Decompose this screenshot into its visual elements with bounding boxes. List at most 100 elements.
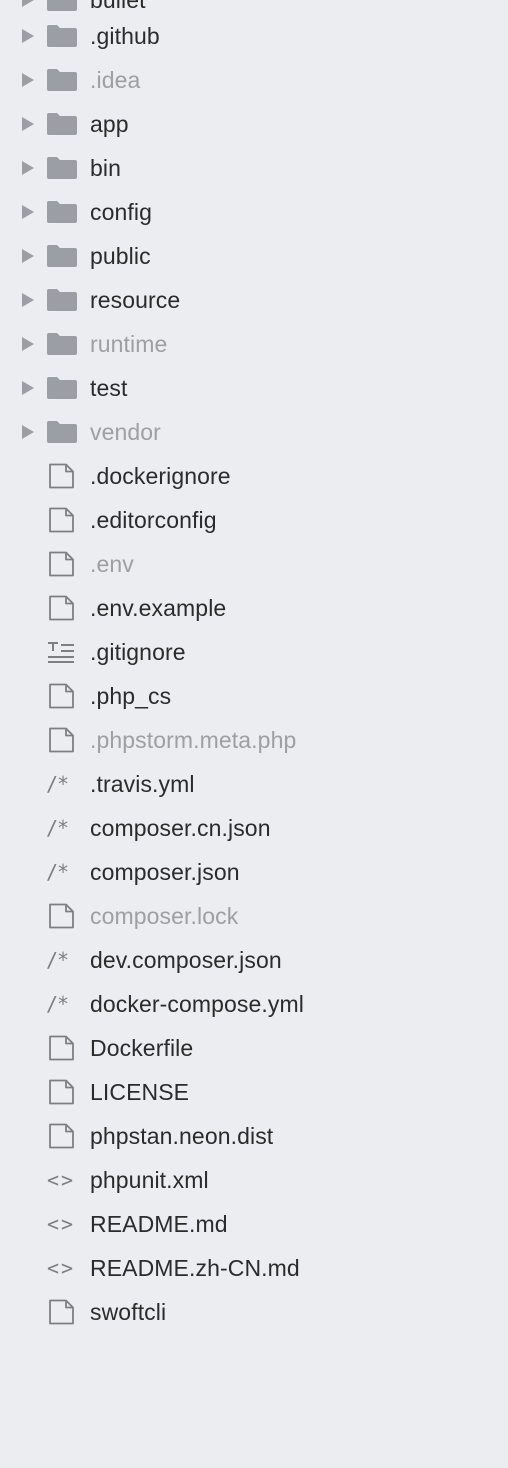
tree-row-label: composer.json <box>90 859 240 885</box>
tree-row-label: .editorconfig <box>90 507 217 533</box>
tree-row-label: .gitignore <box>90 639 186 665</box>
document-icon <box>46 1123 78 1149</box>
tree-row[interactable]: app <box>0 102 508 146</box>
comment-icon: /* <box>46 772 69 796</box>
tree-row[interactable]: .gitignore <box>0 630 508 674</box>
tree-row-label: swoftcli <box>90 1299 167 1325</box>
tree-row[interactable]: /* dev.composer.json <box>0 938 508 982</box>
tree-row-label: bin <box>90 155 121 181</box>
tree-row[interactable]: <> phpunit.xml <box>0 1158 508 1202</box>
markup-icon: <> <box>47 1256 76 1280</box>
document-icon <box>46 507 78 533</box>
tree-row[interactable]: /* docker-compose.yml <box>0 982 508 1026</box>
disclosure-triangle-icon[interactable] <box>22 337 34 351</box>
tree-row[interactable]: .env.example <box>0 586 508 630</box>
markup-icon: <> <box>47 1212 76 1236</box>
tree-row-label: test <box>90 375 128 401</box>
comment-icon: /* <box>46 992 69 1016</box>
tree-row[interactable]: .php_cs <box>0 674 508 718</box>
folder-icon <box>46 112 78 136</box>
folder-icon <box>46 332 78 356</box>
tree-row[interactable]: runtime <box>0 322 508 366</box>
tree-row[interactable]: <> README.md <box>0 1202 508 1246</box>
tree-row[interactable]: .github <box>0 14 508 58</box>
disclosure-triangle-icon[interactable] <box>22 0 34 7</box>
folder-icon <box>46 0 78 12</box>
tree-row[interactable]: public <box>0 234 508 278</box>
tree-row-label: README.zh-CN.md <box>90 1255 300 1281</box>
tree-row[interactable]: config <box>0 190 508 234</box>
tree-row-label: dev.composer.json <box>90 947 282 973</box>
tree-row[interactable]: .env <box>0 542 508 586</box>
folder-icon <box>46 376 78 400</box>
tree-row[interactable]: .idea <box>0 58 508 102</box>
tree-row-label: .env.example <box>90 595 227 621</box>
folder-icon <box>46 288 78 312</box>
tree-row-label: phpstan.neon.dist <box>90 1123 274 1149</box>
tree-row[interactable]: .editorconfig <box>0 498 508 542</box>
tree-row-label: .dockerignore <box>90 463 231 489</box>
tree-row[interactable]: .dockerignore <box>0 454 508 498</box>
comment-icon: /* <box>46 948 69 972</box>
tree-row-label: .idea <box>90 67 141 93</box>
tree-row-label: runtime <box>90 331 168 357</box>
document-icon <box>46 1299 78 1325</box>
tree-row[interactable]: /* .travis.yml <box>0 762 508 806</box>
disclosure-triangle-icon[interactable] <box>22 249 34 263</box>
tree-row-label: bullet <box>90 0 146 13</box>
tree-row-label: app <box>90 111 129 137</box>
document-icon <box>46 727 78 753</box>
folder-icon <box>46 200 78 224</box>
tree-row[interactable]: composer.lock <box>0 894 508 938</box>
file-tree: .github .idea app bin config public resource ru… <box>0 14 508 1334</box>
tree-row-label: LICENSE <box>90 1079 190 1105</box>
disclosure-triangle-icon[interactable] <box>22 205 34 219</box>
disclosure-triangle-icon[interactable] <box>22 293 34 307</box>
tree-row[interactable]: /* composer.json <box>0 850 508 894</box>
tree-row-label: docker-compose.yml <box>90 991 304 1017</box>
tree-row-label: Dockerfile <box>90 1035 194 1061</box>
tree-row-label: .env <box>90 551 134 577</box>
tree-row[interactable]: vendor <box>0 410 508 454</box>
document-icon <box>46 1035 78 1061</box>
tree-row[interactable]: test <box>0 366 508 410</box>
folder-icon <box>46 420 78 444</box>
tree-row-label: .travis.yml <box>90 771 195 797</box>
document-icon <box>46 551 78 577</box>
tree-row[interactable]: bin <box>0 146 508 190</box>
tree-row-label: vendor <box>90 419 161 445</box>
tree-row-label: composer.cn.json <box>90 815 271 841</box>
disclosure-triangle-icon[interactable] <box>22 161 34 175</box>
tree-row-label: .phpstorm.meta.php <box>90 727 297 753</box>
tree-row[interactable]: resource <box>0 278 508 322</box>
disclosure-triangle-icon[interactable] <box>22 29 34 43</box>
disclosure-triangle-icon[interactable] <box>22 117 34 131</box>
document-icon <box>46 683 78 709</box>
tree-row[interactable]: Dockerfile <box>0 1026 508 1070</box>
tree-row-label: phpunit.xml <box>90 1167 209 1193</box>
disclosure-triangle-icon[interactable] <box>22 73 34 87</box>
document-icon <box>46 463 78 489</box>
tree-row[interactable]: .phpstorm.meta.php <box>0 718 508 762</box>
disclosure-triangle-icon[interactable] <box>22 425 34 439</box>
tree-row[interactable]: phpstan.neon.dist <box>0 1114 508 1158</box>
tree-row-label: public <box>90 243 151 269</box>
tree-row-label: resource <box>90 287 181 313</box>
document-icon <box>46 595 78 621</box>
disclosure-triangle-icon[interactable] <box>22 381 34 395</box>
tree-row-label: .php_cs <box>90 683 172 709</box>
markup-icon: <> <box>47 1168 76 1192</box>
tree-row[interactable]: swoftcli <box>0 1290 508 1334</box>
folder-icon <box>46 68 78 92</box>
tree-row[interactable]: <> README.zh-CN.md <box>0 1246 508 1290</box>
tree-row-label: composer.lock <box>90 903 239 929</box>
tree-row[interactable]: LICENSE <box>0 1070 508 1114</box>
folder-icon <box>46 156 78 180</box>
folder-icon <box>46 244 78 268</box>
comment-icon: /* <box>46 816 69 840</box>
tree-row[interactable]: /* composer.cn.json <box>0 806 508 850</box>
tree-row-label: README.md <box>90 1211 228 1237</box>
tree-row-label: .github <box>90 23 160 49</box>
folder-icon <box>46 24 78 48</box>
text-lines-icon <box>46 639 78 665</box>
